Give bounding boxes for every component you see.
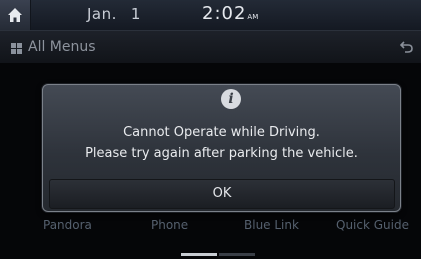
ok-button-label: OK (212, 186, 232, 201)
clock-ampm: AM (247, 13, 259, 21)
dialog-message-line1: Cannot Operate while Driving. (123, 125, 320, 140)
dialog-message-line2: Please try again after parking the vehic… (85, 146, 358, 161)
warning-dialog: i Cannot Operate while Driving. Please t… (42, 84, 401, 212)
page-indicator-inactive (219, 253, 255, 256)
back-arrow-icon[interactable] (400, 41, 413, 53)
page-indicator-active (181, 253, 217, 256)
date-month: Jan. (87, 5, 117, 23)
menu-item-pandora[interactable]: Pandora (43, 218, 92, 232)
home-button[interactable] (0, 0, 31, 30)
clock-display: 2:02AM (202, 3, 258, 24)
home-icon (8, 8, 22, 22)
menu-item-blue-link[interactable]: Blue Link (244, 218, 299, 232)
clock-time: 2:02 (202, 3, 247, 24)
ok-button[interactable]: OK (49, 179, 395, 209)
status-bar: Jan. 1 2:02AM (0, 0, 421, 31)
infotainment-screen: Jan. 1 2:02AM All Menus Pandora Phone Blu… (0, 0, 421, 259)
grid-menu-icon (11, 43, 22, 54)
menu-item-quick-guide[interactable]: Quick Guide (336, 218, 409, 232)
info-icon: i (221, 89, 241, 109)
date-day: 1 (130, 5, 141, 23)
date-display: Jan. 1 (87, 5, 141, 23)
menu-item-phone[interactable]: Phone (151, 218, 188, 232)
page-title: All Menus (28, 39, 96, 55)
